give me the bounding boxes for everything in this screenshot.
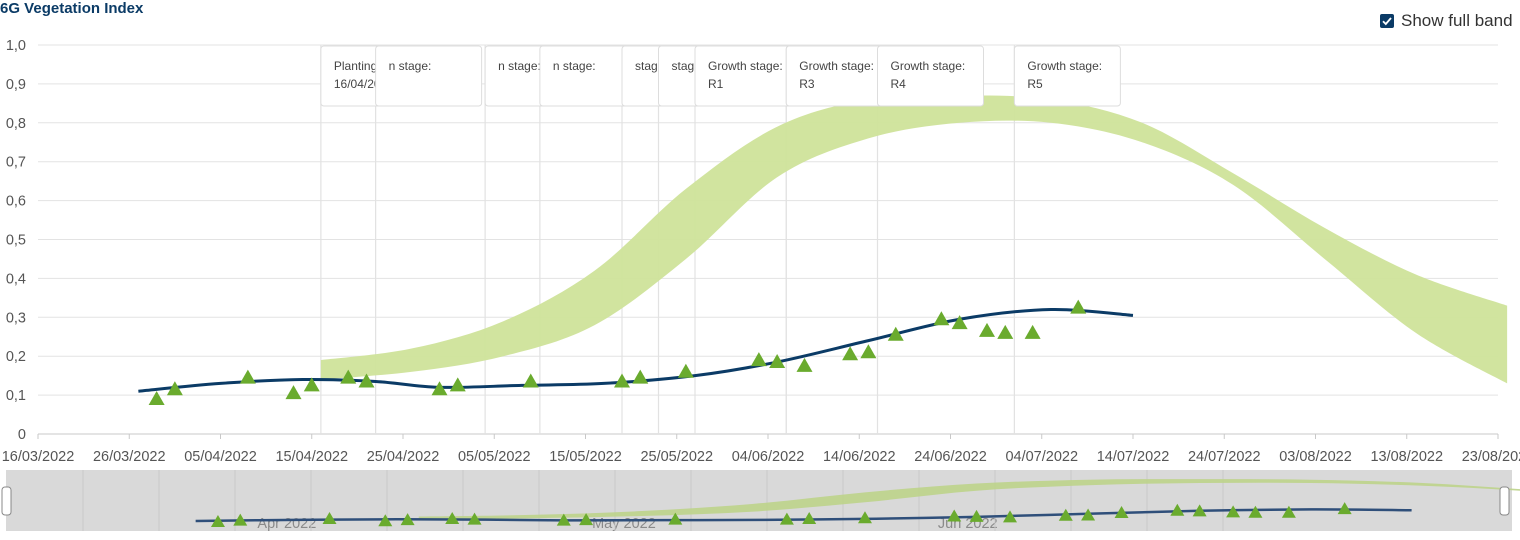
y-tick-label: 0,9 (6, 77, 26, 93)
growth-stage-card: Growth stage: R5 (1013, 45, 1121, 107)
y-tick-label: 0 (18, 427, 26, 443)
x-tick-label: 05/04/2022 (184, 449, 257, 465)
observation-point (842, 346, 859, 361)
x-tick-label: 25/04/2022 (367, 449, 440, 465)
observation-point (997, 324, 1014, 339)
y-tick-label: 0,4 (6, 271, 26, 287)
x-tick-label: 04/06/2022 (732, 449, 805, 465)
observation-point (1070, 299, 1087, 314)
x-tick-label: 24/07/2022 (1188, 449, 1261, 465)
x-tick-label: 13/08/2022 (1370, 449, 1443, 465)
vegetation-index-chart: Planting date:16/04/2022n stage: n stage:… (1, 38, 1520, 532)
observation-point (796, 357, 813, 372)
observation-point (979, 322, 995, 337)
x-tick-label: 26/03/2022 (93, 449, 166, 465)
growth-stage-card-bg (694, 45, 802, 107)
series-layer (138, 299, 1134, 405)
x-tick-label: 15/04/2022 (275, 449, 348, 465)
observation-point (285, 385, 302, 400)
x-tick-label: 14/06/2022 (823, 449, 896, 465)
y-tick-label: 0,1 (6, 388, 26, 404)
growth-stage-card: n stage: (375, 45, 483, 107)
growth-stage-value: R1 (708, 77, 724, 91)
observation-point (933, 311, 950, 326)
x-tick-label: 16/03/2022 (2, 449, 75, 465)
growth-stage-value: R3 (799, 77, 815, 91)
growth-stage-card: Growth stage: R3 (785, 45, 893, 107)
y-tick-label: 0,2 (6, 349, 26, 365)
growth-stage-label: n stage: (389, 59, 432, 73)
x-axis: 16/03/2022 26/03/2022 05/04/2022 15/04/2022… (2, 434, 1520, 465)
x-tick-label: 03/08/2022 (1279, 449, 1352, 465)
growth-stage-label: Growth stage: (799, 59, 874, 73)
x-tick-label: 14/07/2022 (1097, 449, 1170, 465)
observation-point (148, 390, 165, 405)
observation-point (860, 344, 877, 359)
y-tick-label: 0,8 (6, 116, 26, 132)
growth-stage-card: Growth stage: R4 (877, 45, 984, 107)
x-tick-label: 24/06/2022 (914, 449, 987, 465)
navigator-month-label: May 2022 (592, 516, 656, 532)
observation-point (239, 369, 256, 384)
growth-stage-card-bg (785, 45, 893, 107)
growth-stage-card-bg (375, 45, 483, 107)
x-tick-label: 25/05/2022 (640, 449, 713, 465)
range-navigator: Apr 2022 May 2022 Jun 2022 (1, 470, 1520, 532)
x-tick-label: 15/05/2022 (549, 449, 622, 465)
navigator-background (6, 470, 1512, 531)
observation-point (449, 377, 466, 392)
growth-stage-label: n stage: (553, 59, 596, 73)
navigator-month-label: Apr 2022 (257, 516, 316, 532)
navigator-handle-left[interactable] (1, 486, 12, 516)
growth-stage-value: R5 (1027, 77, 1043, 91)
growth-stage-card: Growth stage: R1 (694, 45, 802, 107)
observation-point (750, 352, 767, 367)
y-tick-label: 0,7 (6, 155, 26, 171)
growth-stage-label: Growth stage: (891, 59, 966, 73)
growth-stage-label: n stage: (498, 59, 541, 73)
y-tick-label: 0,6 (6, 194, 26, 210)
growth-stage-value: R4 (891, 77, 907, 91)
growth-stage-label: Growth stage: (1027, 59, 1102, 73)
y-axis: 0 0,1 0,2 0,3 0,4 0,5 0,6 0,7 0,8 0,9 1,0 (6, 38, 26, 443)
observation-point (632, 369, 649, 384)
observation-point (677, 363, 694, 378)
y-tick-label: 0,3 (6, 310, 26, 326)
y-tick-label: 1,0 (6, 38, 26, 54)
observation-point (522, 373, 539, 388)
growth-stage-label: Growth stage: (708, 59, 783, 73)
x-tick-label: 23/08/2022 (1462, 449, 1520, 465)
y-tick-label: 0,5 (6, 233, 26, 249)
navigator-handle-right[interactable] (1499, 486, 1510, 516)
observation-point (1024, 324, 1041, 339)
growth-stage-card-bg (877, 45, 984, 107)
x-tick-label: 04/07/2022 (1005, 449, 1078, 465)
growth-stage-card-bg (1013, 45, 1121, 107)
x-tick-label: 05/05/2022 (458, 449, 531, 465)
